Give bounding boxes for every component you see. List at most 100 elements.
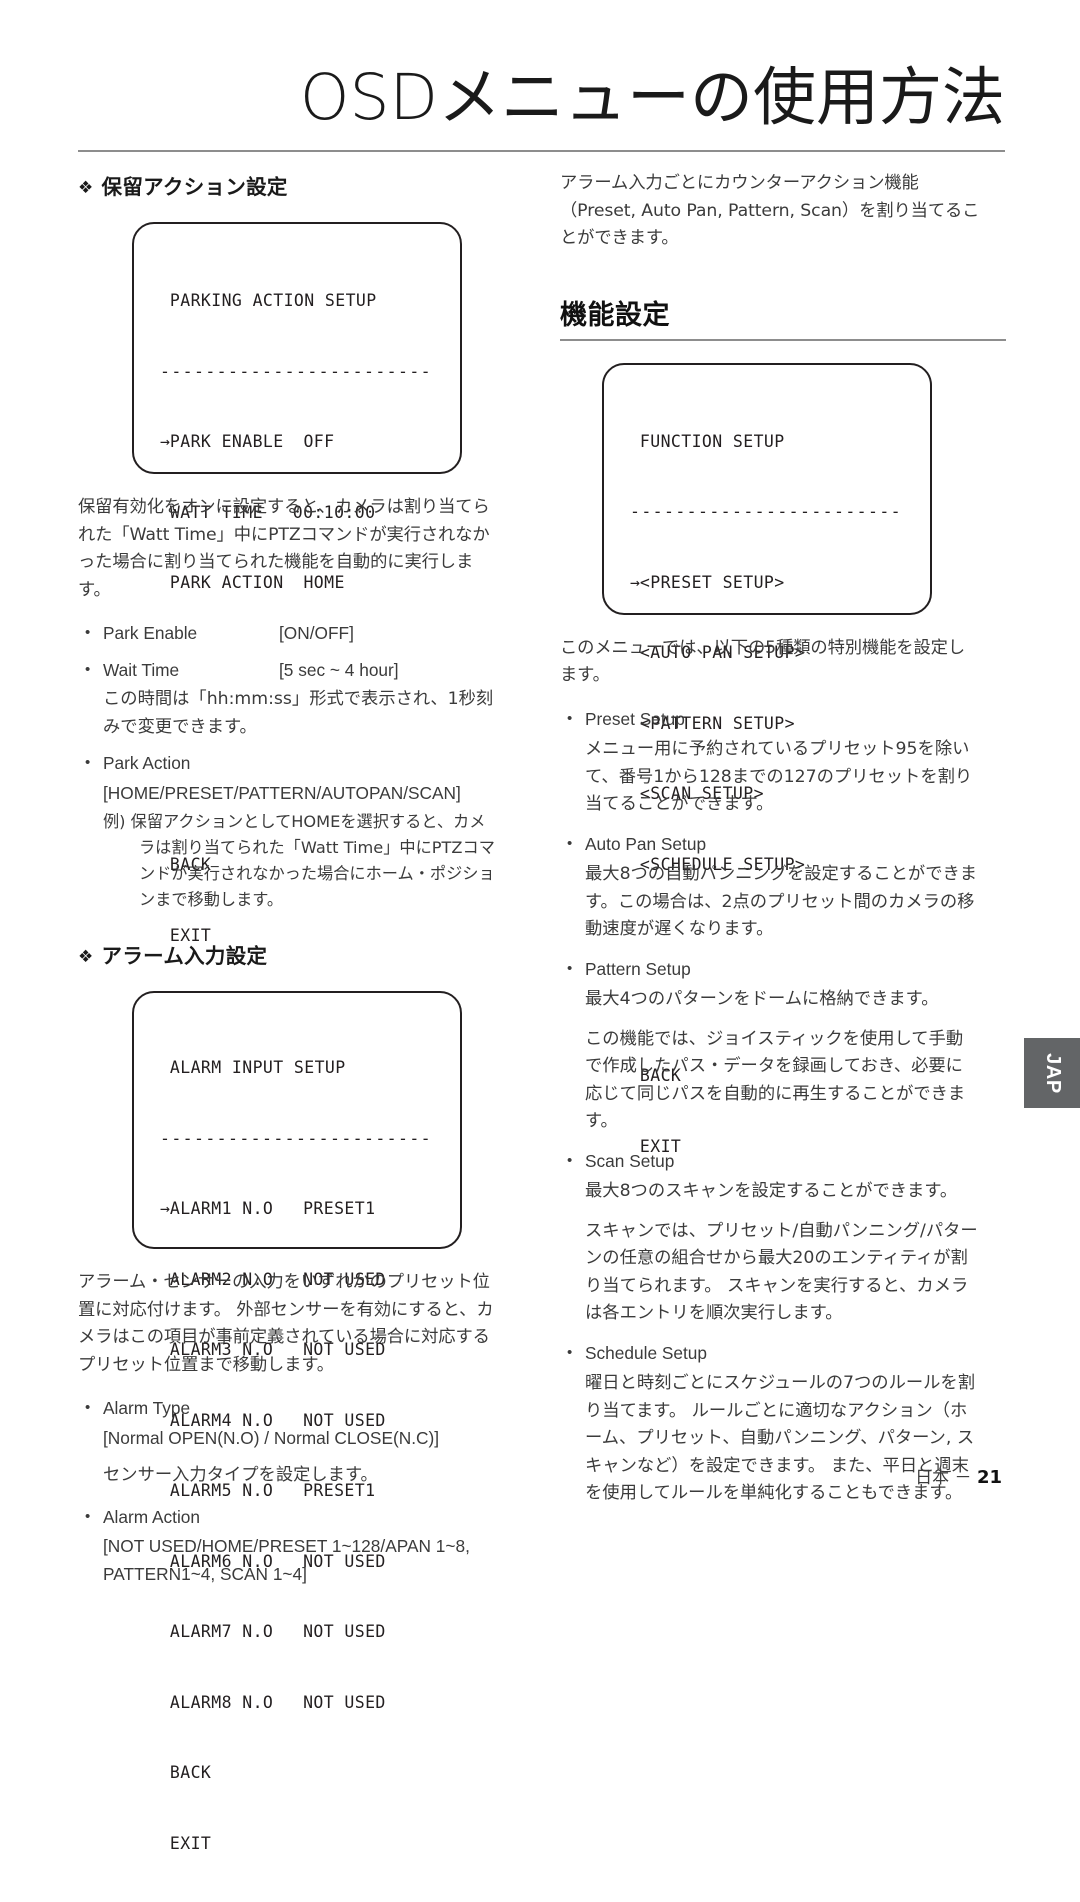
language-tab-jap: JAP — [1024, 1038, 1080, 1108]
osd-divider: ------------------------ — [160, 1128, 433, 1148]
list-item: • Wait Time [5 sec ~ 4 hour] この時間は「hh:mm:… — [78, 657, 498, 742]
list-item: • Preset Setup メニュー用に予約されているプリセット95を除いて、… — [560, 706, 980, 819]
diamond-bullet-icon: ❖ — [78, 178, 94, 198]
page-footer: 日本 － 21 — [915, 1463, 1002, 1488]
osd-arrow-gutter — [160, 1832, 170, 1856]
item-note: この時間は「hh:mm:ss」形式で表示され、1秒刻みで変更できます。 — [103, 689, 494, 737]
section-heading-function-setup: 機能設定 — [560, 299, 670, 331]
item-note: [NOT USED/HOME/PRESET 1~128/APAN 1~8, PA… — [103, 1536, 470, 1584]
section-heading-label: 保留アクション設定 — [101, 175, 288, 199]
list-item: • Park Enable [ON/OFF] — [78, 620, 498, 648]
bullet-dot-icon: • — [85, 660, 91, 678]
language-tab-label: JAP — [1041, 1052, 1064, 1094]
bullet-dot-icon: • — [85, 1507, 91, 1525]
osd-row-value: OFF — [303, 432, 335, 451]
item-label: Pattern Setup — [585, 958, 691, 979]
item-example: 例) 保留アクションとしてHOMEを選択すると、カメラは割り当てられた「Watt… — [103, 809, 498, 913]
function-setup-item-list: • Preset Setup メニュー用に予約されているプリセット95を除いて、… — [560, 706, 980, 1508]
osd-arrow-gutter — [160, 1691, 170, 1715]
list-item: • Park Action [HOME/PRESET/PATTERN/AUTOP… — [78, 750, 498, 913]
osd-title: ALARM INPUT SETUP — [134, 1056, 460, 1080]
osd-screen-alarm-input-setup: ALARM INPUT SETUP ----------------------… — [132, 991, 462, 1853]
bullet-dot-icon: • — [85, 1399, 91, 1416]
bullet-dot-icon: • — [567, 709, 573, 727]
item-value: [5 sec ~ 4 hour] — [279, 659, 399, 680]
osd-cursor-arrow-icon: → — [160, 1199, 171, 1218]
osd-row[interactable]: →ALARM1 N.O PRESET1 — [134, 1197, 460, 1221]
bullet-dot-icon: • — [85, 624, 91, 641]
list-item: • Alarm Type [Normal OPEN(N.O) / Normal … — [78, 1395, 498, 1490]
bullet-dot-icon: • — [567, 959, 573, 977]
item-example-text: 保留アクションとしてHOMEを選択すると、カメラは割り当てられた「Watt Ti… — [130, 812, 495, 909]
item-label: Wait Time — [103, 659, 180, 680]
osd-screen-parking-action-setup: PARKING ACTION SETUP -------------------… — [132, 222, 462, 945]
osd-row[interactable]: ALARM7 N.O NOT USED — [134, 1620, 460, 1644]
left-column: ❖ 保留アクション設定 PARKING ACTION SETUP --------… — [78, 170, 498, 1853]
bullet-dot-icon: • — [567, 1151, 573, 1169]
list-item: • Scan Setup 最大8つのスキャンを設定することができます。 スキャン… — [560, 1148, 980, 1328]
osd-row-label: PARK ENABLE — [169, 432, 284, 451]
osd-arrow-gutter — [160, 1761, 170, 1785]
section-heading-label: アラーム入力設定 — [101, 944, 268, 968]
diamond-bullet-icon: ❖ — [78, 947, 94, 967]
list-item: • Alarm Action [NOT USED/HOME/PRESET 1~1… — [78, 1504, 498, 1589]
osd-cursor-arrow-icon: → — [630, 572, 641, 592]
osd-row-preset-setup[interactable]: →<PRESET SETUP> — [604, 571, 930, 595]
counter-action-intro: アラーム入力ごとにカウンターアクション機能（Preset, Auto Pan, … — [560, 173, 980, 248]
bullet-dot-icon: • — [85, 754, 91, 771]
item-label: Schedule Setup — [585, 1342, 708, 1363]
footer-page-number: 21 — [976, 1467, 1002, 1488]
item-label: Alarm Type — [103, 1398, 191, 1418]
section-heading-divider — [560, 338, 1006, 341]
osd-exit-item[interactable]: EXIT — [134, 1832, 460, 1856]
parking-action-item-list: • Park Enable [ON/OFF] • Wait Time [5 sec … — [78, 620, 498, 913]
osd-row-label: ALARM7 N.O — [169, 1622, 274, 1641]
osd-back-item[interactable]: BACK — [134, 1761, 460, 1785]
osd-arrow-gutter — [160, 289, 170, 313]
item-example-marker: 例) — [103, 812, 126, 831]
list-item: • Pattern Setup 最大4つのパターンをドームに格納できます。 この… — [560, 956, 980, 1136]
page-header: OSDメニューの使用方法 — [0, 62, 1080, 157]
osd-title: PARKING ACTION SETUP — [134, 289, 460, 313]
right-column: アラーム入力ごとにカウンターアクション機能（Preset, Auto Pan, … — [560, 170, 1006, 1520]
item-label: Preset Setup — [585, 708, 685, 729]
item-note: [Normal OPEN(N.O) / Normal CLOSE(N.C)] — [103, 1427, 440, 1448]
osd-row-label: ALARM8 N.O — [169, 1692, 274, 1712]
item-label: Park Action — [103, 753, 191, 773]
osd-row-label: ALARM1 N.O — [169, 1199, 274, 1218]
osd-divider: ------------------------ — [160, 361, 433, 381]
item-label: Park Enable — [103, 623, 198, 643]
osd-cursor-arrow-icon: → — [160, 432, 171, 451]
item-note: 最大8つのスキャンを設定することができます。 — [585, 1181, 958, 1201]
footer-locale: 日本 － — [915, 1468, 972, 1488]
osd-row[interactable]: →PARK ENABLE OFF — [134, 430, 460, 454]
item-note: センサー入力タイプを設定します。 — [103, 1465, 378, 1485]
item-note: スキャンでは、プリセット/自動パンニング/パターンの任意の組合せから最大20のエ… — [585, 1220, 978, 1324]
item-label: Auto Pan Setup — [585, 833, 707, 854]
osd-row-value: NOT USED — [303, 1622, 386, 1641]
osd-arrow-gutter — [160, 1620, 170, 1644]
bullet-dot-icon: • — [567, 834, 573, 852]
item-note: [HOME/PRESET/PATTERN/AUTOPAN/SCAN] — [103, 782, 461, 803]
item-note: メニュー用に予約されているプリセット95を除いて、番号1から128までの127の… — [585, 739, 973, 814]
osd-arrow-gutter — [630, 430, 640, 454]
osd-title: FUNCTION SETUP — [604, 430, 930, 454]
item-note: 最大8つの自動パンニングを設定することができます。この場合は、2点のプリセット間… — [585, 864, 978, 939]
item-example-body: 例) 保留アクションとしてHOMEを選択すると、カメラは割り当てられた「Watt… — [103, 809, 498, 913]
osd-row-label: <PRESET SETUP> — [639, 572, 785, 592]
item-note: この機能では、ジョイスティックを使用して手動で作成したパス・データを録画しておき… — [585, 1028, 966, 1132]
list-item: • Auto Pan Setup 最大8つの自動パンニングを設定することができま… — [560, 831, 980, 944]
section-heading-alarm-input: ❖ アラーム入力設定 — [78, 939, 498, 969]
section-heading-parking-action: ❖ 保留アクション設定 — [78, 170, 498, 200]
osd-divider: ------------------------ — [630, 502, 903, 521]
item-label: Scan Setup — [585, 1150, 675, 1171]
title-divider — [78, 150, 1005, 152]
osd-row-value: NOT USED — [303, 1692, 386, 1712]
osd-row[interactable]: ALARM8 N.O NOT USED — [134, 1691, 460, 1715]
bullet-dot-icon: • — [567, 1343, 573, 1361]
alarm-input-description: アラーム・センサーの入力をいずれかのプリセット位置に対応付けます。 外部センサー… — [78, 1272, 494, 1375]
item-note: 最大4つのパターンをドームに格納できます。 — [585, 989, 939, 1009]
item-label: Alarm Action — [103, 1506, 201, 1527]
item-value: [ON/OFF] — [279, 623, 354, 643]
osd-row-value: PRESET1 — [303, 1199, 376, 1218]
